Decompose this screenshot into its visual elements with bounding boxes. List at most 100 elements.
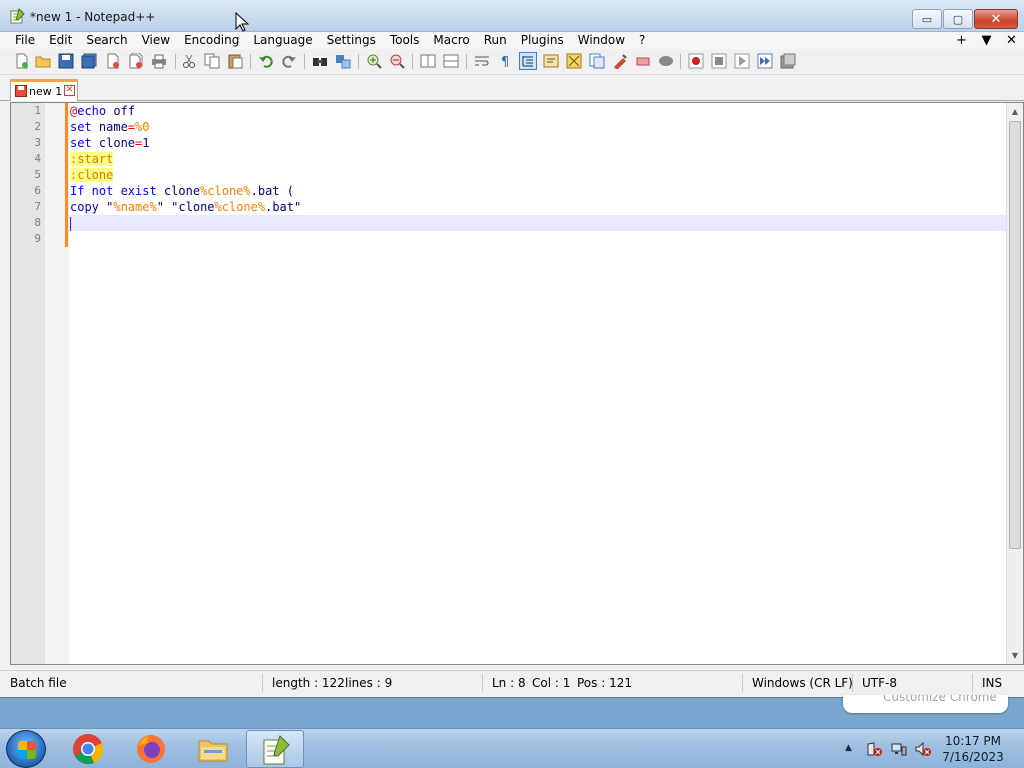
close-all-icon[interactable] — [128, 53, 144, 69]
code-line[interactable]: set clone=1 — [69, 135, 1007, 151]
replace-icon[interactable] — [335, 53, 351, 69]
save-icon[interactable] — [58, 53, 74, 69]
paste-icon[interactable] — [227, 53, 243, 69]
macro-stop-icon[interactable] — [711, 53, 727, 69]
redo-icon[interactable] — [281, 53, 297, 69]
line-number: 1 — [34, 104, 41, 117]
show-hidden-icons-icon[interactable]: ▲ — [845, 743, 852, 753]
status-file-type: Batch file — [10, 676, 67, 690]
code-token: %0 — [135, 120, 150, 134]
cut-icon[interactable] — [181, 53, 197, 69]
zoom-out-icon[interactable] — [389, 53, 405, 69]
code-line[interactable]: set name=%0 — [69, 119, 1007, 135]
scrollbar-thumb[interactable] — [1009, 121, 1021, 549]
menu-file[interactable]: File — [0, 32, 42, 49]
sync-horizontal-icon[interactable] — [443, 53, 459, 69]
text-caret — [70, 216, 71, 231]
menu-edit[interactable]: Edit — [42, 32, 79, 49]
toolbar-separator — [412, 54, 413, 69]
menu-tools[interactable]: Tools — [383, 32, 427, 49]
close-window-button[interactable]: ✕ — [974, 9, 1018, 29]
undo-icon[interactable] — [258, 53, 274, 69]
doc-map-icon[interactable] — [566, 53, 582, 69]
copy-icon[interactable] — [204, 53, 220, 69]
network-icon[interactable] — [891, 741, 907, 757]
code-line[interactable] — [69, 231, 1007, 247]
indent-guide-icon[interactable] — [519, 52, 537, 70]
taskbar-notepadpp[interactable] — [246, 730, 304, 768]
new-tab-plus-icon[interactable]: + — [949, 33, 974, 48]
code-token: clone — [91, 136, 136, 150]
tab-list-dropdown-icon[interactable]: ▼ — [974, 33, 999, 48]
menu-search[interactable]: Search — [79, 32, 134, 49]
udl-icon[interactable] — [543, 53, 559, 69]
tab-bar: new 1 ✕ — [0, 75, 1024, 101]
code-area[interactable]: @echo off set name=%0 set clone=1:start:cl… — [69, 103, 1007, 247]
code-line[interactable]: :start — [69, 151, 1007, 167]
code-line[interactable]: If not exist clone%clone%.bat ( — [69, 183, 1007, 199]
title-bar[interactable]: *new 1 - Notepad++ ▭ ▢ ✕ — [0, 0, 1024, 32]
open-file-icon[interactable] — [35, 53, 51, 69]
zoom-in-icon[interactable] — [366, 53, 382, 69]
status-encoding[interactable]: UTF-8 — [862, 676, 897, 690]
system-clock[interactable]: 10:17 PM 7/16/2023 — [938, 733, 1008, 765]
code-token: = — [127, 120, 136, 134]
scroll-up-arrow-icon[interactable]: ▲ — [1007, 103, 1023, 120]
menu-run[interactable]: Run — [477, 32, 514, 49]
volume-muted-icon[interactable] — [915, 741, 931, 757]
code-line[interactable]: @echo off — [69, 103, 1007, 119]
word-wrap-icon[interactable] — [474, 53, 490, 69]
code-token: set — [70, 136, 92, 150]
text-editor[interactable]: 123456789 @echo off set name=%0 set clone=… — [10, 102, 1024, 665]
chrome-icon — [73, 734, 104, 765]
status-insert-mode[interactable]: INS — [982, 676, 1002, 690]
folder-workspace-icon[interactable] — [612, 53, 628, 69]
vertical-scrollbar[interactable]: ▲ ▼ — [1006, 103, 1023, 664]
menu-language[interactable]: Language — [246, 32, 319, 49]
maximize-button[interactable]: ▢ — [943, 9, 973, 29]
print-icon[interactable] — [151, 53, 167, 69]
sync-vertical-icon[interactable] — [420, 53, 436, 69]
start-button[interactable] — [6, 730, 46, 768]
status-eol[interactable]: Windows (CR LF) — [752, 676, 853, 690]
show-all-chars-icon[interactable]: ¶ — [497, 53, 513, 69]
code-token: echo — [77, 104, 107, 118]
code-line[interactable] — [69, 215, 1007, 231]
menu-help[interactable]: ? — [632, 32, 652, 49]
code-token: clone — [156, 184, 201, 198]
macro-record-icon[interactable] — [658, 53, 674, 69]
menu-settings[interactable]: Settings — [320, 32, 383, 49]
scroll-down-arrow-icon[interactable]: ▼ — [1007, 647, 1023, 664]
close-document-icon[interactable]: ✕ — [999, 33, 1024, 48]
function-list-icon[interactable] — [589, 53, 605, 69]
close-icon[interactable] — [105, 53, 121, 69]
taskbar-firefox[interactable] — [122, 730, 180, 768]
record-macro-icon[interactable] — [688, 53, 704, 69]
menu-view[interactable]: View — [135, 32, 177, 49]
taskbar-chrome[interactable] — [59, 730, 117, 768]
code-line[interactable]: :clone — [69, 167, 1007, 183]
code-token: name — [91, 120, 128, 134]
monitor-icon[interactable] — [635, 53, 651, 69]
menu-macro[interactable]: Macro — [426, 32, 476, 49]
new-file-icon[interactable] — [14, 53, 30, 69]
save-all-icon[interactable] — [81, 53, 97, 69]
tab-label: new 1 — [29, 85, 63, 98]
tab-close-icon[interactable]: ✕ — [64, 85, 75, 96]
macro-save-icon[interactable] — [780, 53, 796, 69]
menu-window[interactable]: Window — [571, 32, 632, 49]
code-token: %clone% — [200, 184, 251, 198]
tab-new-1[interactable]: new 1 ✕ — [10, 79, 78, 101]
macro-run-multiple-icon[interactable] — [757, 53, 773, 69]
minimize-icon: ▭ — [921, 12, 933, 26]
toolbar-separator — [680, 54, 681, 69]
menu-encoding[interactable]: Encoding — [177, 32, 246, 49]
toolbar: ¶ — [0, 49, 1024, 75]
find-icon[interactable] — [312, 53, 328, 69]
menu-plugins[interactable]: Plugins — [514, 32, 571, 49]
taskbar-file-explorer[interactable] — [184, 730, 242, 768]
action-center-icon[interactable] — [866, 741, 882, 757]
minimize-button[interactable]: ▭ — [912, 9, 942, 29]
code-line[interactable]: copy "%name%" "clone%clone%.bat" — [69, 199, 1007, 215]
macro-play-icon[interactable] — [734, 53, 750, 69]
